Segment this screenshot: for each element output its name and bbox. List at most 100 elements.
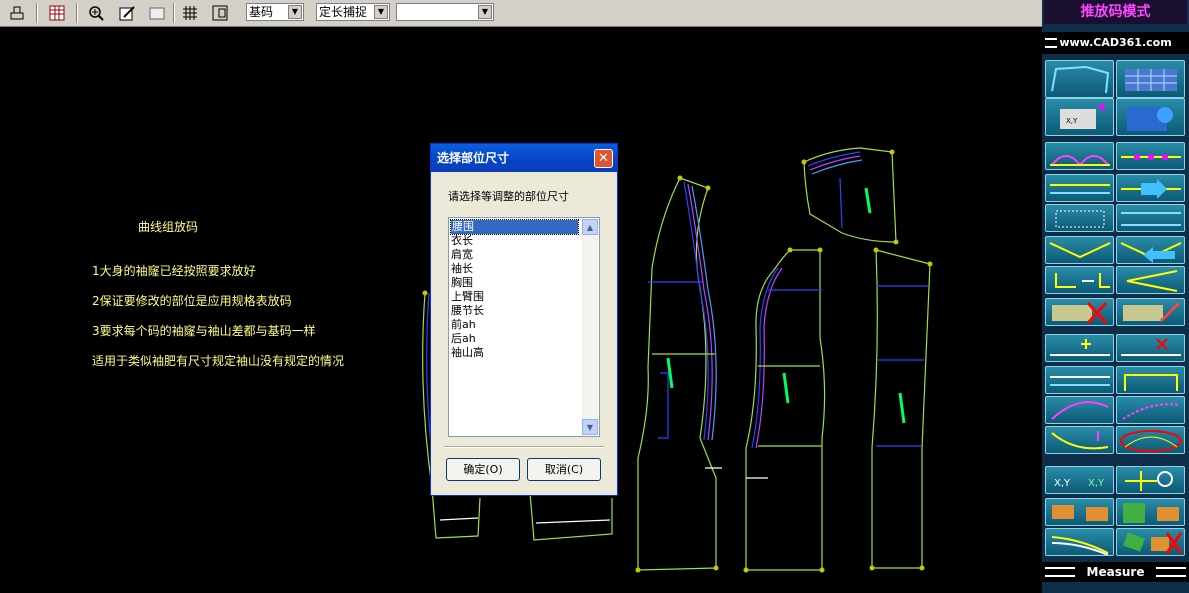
curve-group-grade-button[interactable]: [1116, 426, 1185, 454]
xy-copy-button[interactable]: [1045, 498, 1114, 526]
xy-icon: X,Y X,Y: [1054, 478, 1105, 489]
close-icon: ✕: [598, 151, 609, 166]
measure-section-header[interactable]: Measure: [1042, 562, 1189, 582]
svg-text:X,Y: X,Y: [1066, 117, 1078, 125]
arrow-left-icon: [1120, 242, 1182, 263]
chevron-down-icon: ▼: [374, 5, 388, 19]
svg-text:X,Y: X,Y: [1054, 478, 1071, 489]
list-item[interactable]: 前ah: [451, 318, 478, 332]
panel-url-banner: www.CAD361.com: [1042, 32, 1189, 54]
chevron-up-icon: ▲: [586, 222, 594, 232]
bridge-grade-button[interactable]: [1116, 366, 1185, 394]
edit-grade-button[interactable]: [1116, 298, 1185, 326]
dotted-rect-icon: [1055, 210, 1105, 228]
back-bodice-piece: [745, 249, 826, 571]
table-icon: [1125, 69, 1177, 91]
svg-text:X,Y: X,Y: [1088, 478, 1105, 489]
dialog-prompt: 请选择等调整的部位尺寸: [448, 190, 569, 203]
remove-point-button[interactable]: [1116, 334, 1185, 362]
window-button[interactable]: [209, 2, 231, 24]
align-icon: [1121, 212, 1181, 226]
curve-smooth-button[interactable]: [1116, 396, 1185, 424]
measurement-list[interactable]: 腰围 衣长 肩宽 袖长 胸围 上臂围 腰节长 前ah 后ah 袖山高 ▲ ▼: [448, 217, 600, 437]
panel-mode-title: 推放码模式: [1044, 0, 1187, 24]
add-icon: [1050, 339, 1110, 356]
edit-button[interactable]: [116, 2, 138, 24]
select-tool-button[interactable]: [6, 2, 28, 24]
side-panel-piece: [871, 249, 931, 569]
list-item[interactable]: 后ah: [451, 332, 478, 346]
curve-adjust-button[interactable]: [1045, 396, 1114, 424]
list-item[interactable]: 袖山高: [451, 346, 486, 360]
align-grade-button[interactable]: [1116, 204, 1185, 232]
pattern-tool-button[interactable]: [1045, 60, 1114, 98]
grading-tool-panel: 推放码模式 www.CAD361.com X,Y X,Y X,Y Measure: [1042, 0, 1189, 593]
extra-select[interactable]: ▼: [396, 3, 494, 21]
yoke-piece: [803, 147, 897, 243]
node-select-button[interactable]: [1116, 98, 1185, 136]
ok-button[interactable]: 确定(O): [446, 458, 520, 481]
bend-grade-button[interactable]: [1045, 528, 1114, 556]
move-grade-button[interactable]: [1116, 174, 1185, 202]
rectangle-button[interactable]: [146, 2, 168, 24]
list-item[interactable]: 腰节长: [451, 304, 486, 318]
copy-grade-button[interactable]: [1045, 174, 1114, 202]
curve-group-button[interactable]: [1045, 426, 1114, 454]
window-icon: [212, 5, 228, 21]
grading-table-button[interactable]: [1116, 60, 1185, 98]
block-copy-icon: [1123, 503, 1179, 523]
offset-grade-button[interactable]: [1045, 266, 1114, 294]
add-point-button[interactable]: [1045, 334, 1114, 362]
xy-grade-button[interactable]: X,Y: [1045, 98, 1114, 136]
scale-grade-button[interactable]: [1116, 266, 1185, 294]
curve-group-icon: [1120, 430, 1182, 452]
zoom-in-button[interactable]: [85, 2, 107, 24]
reverse-grade-button[interactable]: [1116, 236, 1185, 264]
curve-grade-button[interactable]: [1045, 142, 1114, 170]
split-grade-button[interactable]: [1045, 366, 1114, 394]
menu-icon: [1045, 567, 1075, 577]
cancel-button[interactable]: 取消(C): [527, 458, 601, 481]
clear-grade-button[interactable]: [1116, 528, 1185, 556]
select-measurement-dialog: 选择部位尺寸 ✕ 请选择等调整的部位尺寸 腰围 衣长 肩宽 袖长 胸围 上臂围 …: [430, 143, 618, 496]
point-grade-button[interactable]: [1116, 142, 1185, 170]
table-button[interactable]: [46, 2, 68, 24]
grid-button[interactable]: [179, 2, 201, 24]
measure-move-button[interactable]: [1116, 466, 1185, 494]
equal-grade-button[interactable]: [1045, 204, 1114, 232]
delete-grade-button[interactable]: [1045, 298, 1114, 326]
search-icon: [1125, 471, 1173, 491]
list-item[interactable]: 袖长: [451, 262, 475, 276]
offset-icon: [1055, 273, 1110, 288]
xy-move-button[interactable]: X,Y X,Y: [1045, 466, 1114, 494]
bridge-icon: [1124, 374, 1178, 391]
edit-pen-icon: [119, 6, 135, 21]
curve-icon: [1051, 401, 1109, 420]
delete-icon: [1052, 301, 1108, 325]
zoom-in-icon: [89, 6, 104, 21]
scroll-down-button[interactable]: ▼: [582, 419, 598, 435]
curve-icon: [1050, 155, 1110, 167]
list-scrollbar[interactable]: ▲ ▼: [582, 219, 598, 435]
curve-icon: [1122, 403, 1180, 420]
base-size-select[interactable]: 基码 ▼: [246, 3, 304, 21]
chevron-down-icon: ▼: [288, 5, 302, 19]
pattern-icon: [1051, 65, 1110, 94]
menu-icon: [1045, 38, 1057, 48]
arrow-right-icon: [1121, 179, 1181, 199]
list-item[interactable]: 胸围: [451, 276, 475, 290]
dots-icon: [1121, 154, 1181, 160]
close-button[interactable]: ✕: [594, 149, 613, 168]
angle-grade-button[interactable]: [1045, 236, 1114, 264]
angle-icon: [1049, 242, 1111, 259]
list-item[interactable]: 肩宽: [451, 248, 475, 262]
list-item[interactable]: 上臂围: [451, 290, 486, 304]
snap-mode-select[interactable]: 定长捕捉 ▼: [316, 3, 390, 21]
list-item[interactable]: 衣长: [451, 234, 475, 248]
list-item[interactable]: 腰围: [450, 219, 579, 235]
block-copy-button[interactable]: [1116, 498, 1185, 526]
remove-icon: [1121, 338, 1181, 356]
curve-group-icon: [1051, 431, 1109, 450]
scroll-up-button[interactable]: ▲: [582, 219, 598, 235]
node-icon: [1127, 107, 1173, 131]
